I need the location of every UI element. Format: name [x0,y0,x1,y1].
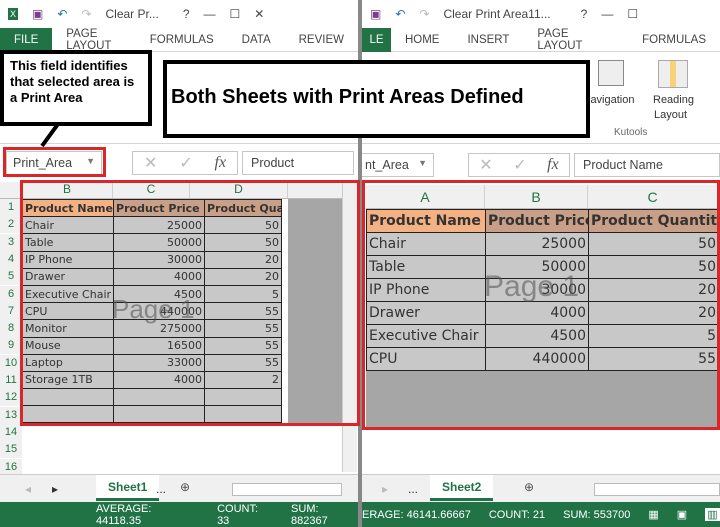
left-print-area-highlight [20,180,360,426]
row-header[interactable]: 11 [0,372,22,389]
window-title: Clear Print Area11... [443,7,551,21]
close-icon[interactable]: ✕ [254,7,264,21]
prev-sheet-icon[interactable]: ◂ [25,482,31,496]
formula-buttons: ✕ ✓ fx [468,153,570,177]
row-header[interactable]: 10 [0,354,22,372]
next-sheet-icon[interactable]: ▸ [382,482,388,496]
name-box-value: nt_Area [365,158,409,172]
tab-sheet1[interactable]: Sheet1 [96,475,160,501]
check-icon[interactable]: ✓ [513,155,526,175]
tab-file[interactable]: LE [362,27,391,52]
formula-input[interactable]: Product [242,151,354,175]
row-header[interactable]: 9 [0,337,22,355]
add-sheet-icon[interactable]: ⊕ [180,480,190,494]
row-header[interactable]: 1 [0,199,22,216]
page-break-view-icon[interactable]: ▥ [705,508,720,521]
cancel-icon[interactable]: ✕ [479,155,492,175]
minimize-icon[interactable]: — [601,7,613,21]
status-average: AVERAGE: 44118.35 [96,502,152,527]
row-header[interactable]: 6 [0,285,22,303]
status-average: ERAGE: 46141.66667 [362,508,471,521]
select-all-corner[interactable] [0,182,22,198]
normal-view-icon[interactable]: ▦ [648,508,658,521]
horizontal-scrollbar[interactable] [232,483,342,496]
fx-icon[interactable]: fx [547,156,559,174]
row-header[interactable]: 12 [0,389,22,407]
next-sheet-icon[interactable]: ▸ [52,482,58,496]
row-header[interactable]: 14 [0,423,22,441]
tab-data[interactable]: DATA [228,34,285,46]
chevron-down-icon[interactable]: ▼ [418,158,427,168]
redo-icon[interactable]: ↷ [419,7,429,21]
navigation-button[interactable]: lavigation [588,94,634,106]
row-header[interactable]: 7 [0,302,22,320]
maximize-icon[interactable]: ☐ [627,7,638,21]
row-header[interactable]: 8 [0,320,22,338]
tab-formulas[interactable]: FORMULAS [628,34,720,46]
sheet-tab-bar: ▸ ... Sheet2 ⊕ [362,474,720,502]
status-sum: SUM: 553700 [563,508,631,521]
sheet-tab-bar: ◂ ▸ Sheet1 ... ⊕ [0,474,358,502]
more-sheets[interactable]: ... [408,482,418,496]
row-header[interactable]: 15 [0,441,22,459]
row-header[interactable]: 4 [0,250,22,268]
tab-review[interactable]: REVIEW [285,34,358,46]
add-sheet-icon[interactable]: ⊕ [524,480,534,494]
formula-bar: nt_Area ▼ ✕ ✓ fx Product Name [362,148,720,178]
help-icon[interactable]: ? [581,7,588,21]
tab-page-layout[interactable]: PAGE LAYOUT [523,28,628,52]
minimize-icon[interactable]: — [204,7,216,21]
navigation-icon[interactable] [598,60,624,86]
ribbon-tabs: LE HOME INSERT PAGE LAYOUT FORMULAS [362,27,720,52]
tab-sheet2[interactable]: Sheet2 [430,475,494,501]
main-callout: Both Sheets with Print Areas Defined [163,60,590,138]
status-bar: ERAGE: 46141.66667 COUNT: 21 SUM: 553700… [362,502,720,527]
right-print-area-highlight [362,180,720,430]
name-box-callout: This field identifies that selected area… [0,50,152,126]
horizontal-scrollbar[interactable] [594,483,720,496]
name-box[interactable]: nt_Area ▼ [362,153,434,177]
status-count: COUNT: 33 [217,502,259,527]
tab-insert[interactable]: INSERT [453,34,523,46]
reading-layout-icon[interactable] [658,60,688,88]
save-icon[interactable]: ▣ [370,7,381,21]
status-bar: AVERAGE: 44118.35 COUNT: 33 SUM: 882367 [0,502,358,527]
title-bar: ▣ ↶ ↷ Clear Print Area11... ? — ☐ [362,0,720,28]
status-count: COUNT: 21 [488,508,546,521]
row-header[interactable]: 13 [0,406,22,424]
reading-layout-label-2[interactable]: Layout [654,109,687,121]
row-header[interactable]: 2 [0,216,22,234]
tab-home[interactable]: HOME [391,34,454,46]
kutools-group-label: Kutools [614,127,648,138]
more-sheets[interactable]: ... [156,482,166,496]
row-header[interactable]: 16 [0,458,22,476]
fx-icon[interactable]: fx [215,154,227,172]
reading-layout-label[interactable]: Reading [653,94,694,106]
row-header[interactable]: 3 [0,233,22,251]
row-header[interactable]: 5 [0,268,22,286]
undo-icon[interactable]: ↶ [395,7,405,21]
formula-input[interactable]: Product Name [574,153,720,177]
page-layout-view-icon[interactable]: ▣ [677,508,687,521]
status-sum: SUM: 882367 [291,502,328,527]
maximize-icon[interactable]: ☐ [230,7,241,21]
